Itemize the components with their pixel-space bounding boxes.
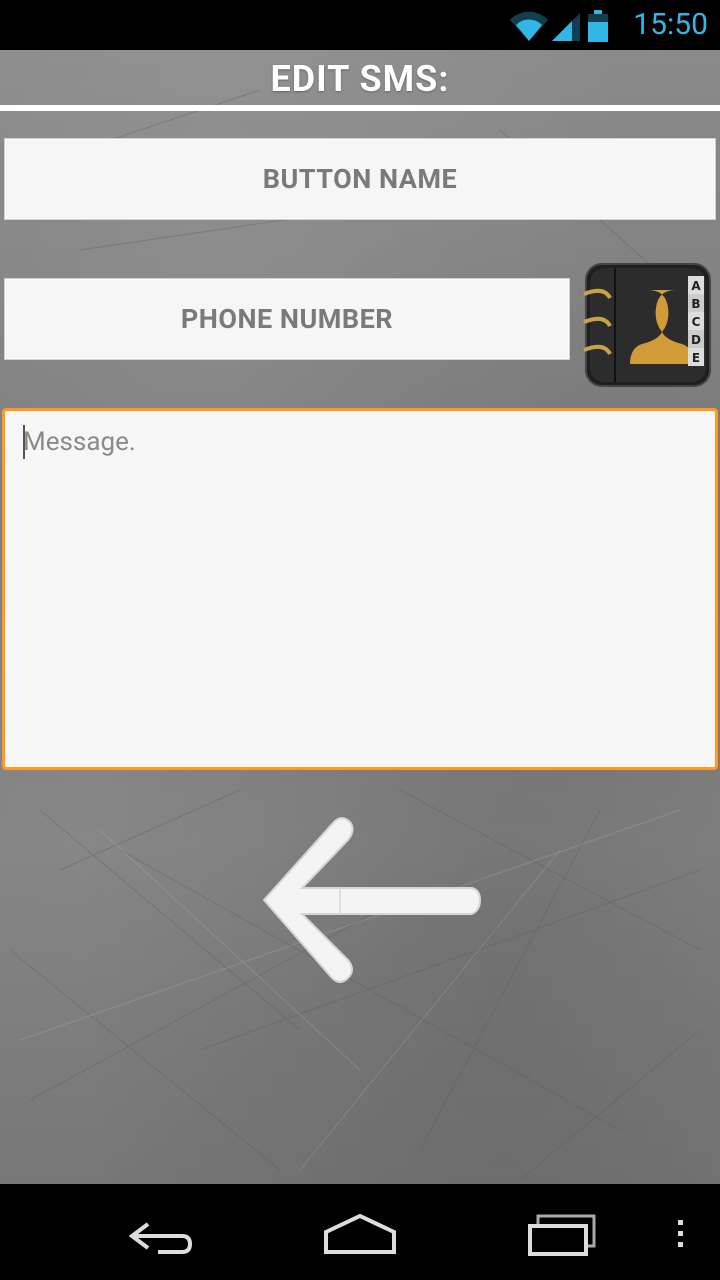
contacts-tab-a: A xyxy=(691,279,701,293)
app-content: EDIT SMS: BUTTON NAME PHONE NUMBER A B C… xyxy=(0,50,720,1184)
nav-recent-apps-icon[interactable] xyxy=(520,1202,604,1262)
page-title: EDIT SMS: xyxy=(270,58,450,100)
status-icon-group xyxy=(510,10,608,42)
contacts-tab-c: C xyxy=(692,315,701,329)
nav-menu-icon[interactable] xyxy=(668,1202,692,1262)
phone-number-placeholder: PHONE NUMBER xyxy=(180,303,394,335)
contacts-tab-d: D xyxy=(691,333,701,347)
nav-home-icon[interactable] xyxy=(318,1202,402,1262)
button-name-placeholder: BUTTON NAME xyxy=(262,163,458,195)
signal-icon xyxy=(552,13,580,41)
status-bar: 15:50 xyxy=(0,0,720,50)
system-nav-bar xyxy=(0,1184,720,1280)
wifi-icon xyxy=(510,11,548,41)
header: EDIT SMS: xyxy=(0,50,720,108)
battery-icon xyxy=(588,10,608,42)
contacts-book-icon: A B C D E xyxy=(583,263,711,387)
back-arrow-button[interactable] xyxy=(250,812,486,990)
message-input[interactable]: Message. xyxy=(2,408,718,770)
arrow-left-icon xyxy=(262,817,482,983)
message-placeholder: Message. xyxy=(23,427,136,457)
status-icons xyxy=(508,8,624,42)
contacts-tab-e: E xyxy=(692,351,700,365)
nav-back-icon[interactable] xyxy=(118,1202,202,1262)
contacts-tab-b: B xyxy=(691,297,700,311)
status-time: 15:50 xyxy=(633,7,708,42)
button-name-input[interactable]: BUTTON NAME xyxy=(4,138,716,220)
phone-number-input[interactable]: PHONE NUMBER xyxy=(4,278,570,360)
contacts-tab-group: A B C D E xyxy=(688,276,704,366)
contacts-book-button[interactable]: A B C D E xyxy=(580,260,714,390)
header-divider xyxy=(0,105,720,111)
